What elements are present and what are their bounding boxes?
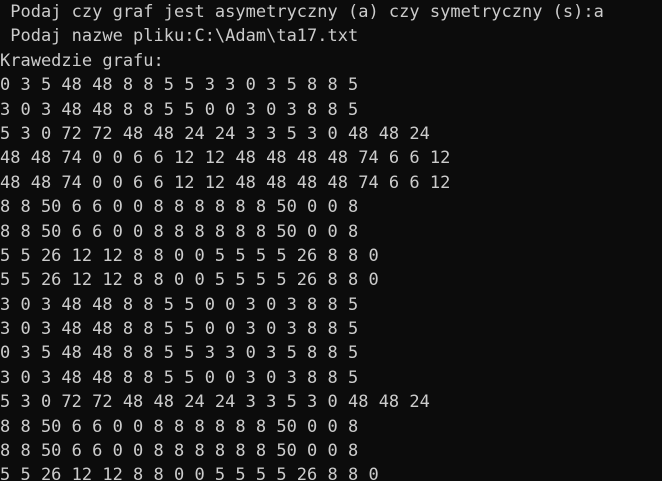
matrix-row: 5 3 0 72 72 48 48 24 24 3 3 5 3 0 48 48 …: [0, 392, 430, 413]
matrix-row: 48 48 74 0 0 6 6 12 12 48 48 48 48 74 6 …: [0, 148, 451, 169]
matrix-row: 8 8 50 6 6 0 0 8 8 8 8 8 8 50 0 0 8: [0, 441, 359, 462]
console-output[interactable]: Podaj czy graf jest asymetryczny (a) czy…: [0, 0, 662, 481]
prompt-line: Podaj czy graf jest asymetryczny (a) czy…: [0, 2, 604, 22]
matrix-row: 3 0 3 48 48 8 8 5 5 0 0 3 0 3 8 8 5: [0, 99, 359, 120]
matrix-row: 5 3 0 72 72 48 48 24 24 3 3 5 3 0 48 48 …: [0, 123, 430, 144]
matrix-row: 3 0 3 48 48 8 8 5 5 0 0 3 0 3 8 8 5: [0, 319, 359, 340]
edges-header: Krawedzie grafu:: [0, 50, 164, 71]
matrix-row: 48 48 74 0 0 6 6 12 12 48 48 48 48 74 6 …: [0, 172, 451, 193]
matrix-row: 8 8 50 6 6 0 0 8 8 8 8 8 8 50 0 0 8: [0, 416, 359, 437]
matrix-row: 8 8 50 6 6 0 0 8 8 8 8 8 8 50 0 0 8: [0, 197, 359, 218]
matrix-row: 8 8 50 6 6 0 0 8 8 8 8 8 8 50 0 0 8: [0, 221, 359, 242]
matrix-row: 5 5 26 12 12 8 8 0 0 5 5 5 5 26 8 8 0: [0, 245, 379, 266]
file-name-line: Podaj nazwe pliku:C:\Adam\ta17.txt: [0, 26, 359, 47]
matrix-row: 3 0 3 48 48 8 8 5 5 0 0 3 0 3 8 8 5: [0, 367, 359, 388]
matrix-row: 0 3 5 48 48 8 8 5 5 3 3 0 3 5 8 8 5: [0, 75, 359, 96]
matrix-row: 0 3 5 48 48 8 8 5 5 3 3 0 3 5 8 8 5: [0, 343, 359, 364]
matrix-row: 5 5 26 12 12 8 8 0 0 5 5 5 5 26 8 8 0: [0, 465, 379, 481]
matrix-row: 5 5 26 12 12 8 8 0 0 5 5 5 5 26 8 8 0: [0, 270, 379, 291]
matrix-row: 3 0 3 48 48 8 8 5 5 0 0 3 0 3 8 8 5: [0, 294, 359, 315]
